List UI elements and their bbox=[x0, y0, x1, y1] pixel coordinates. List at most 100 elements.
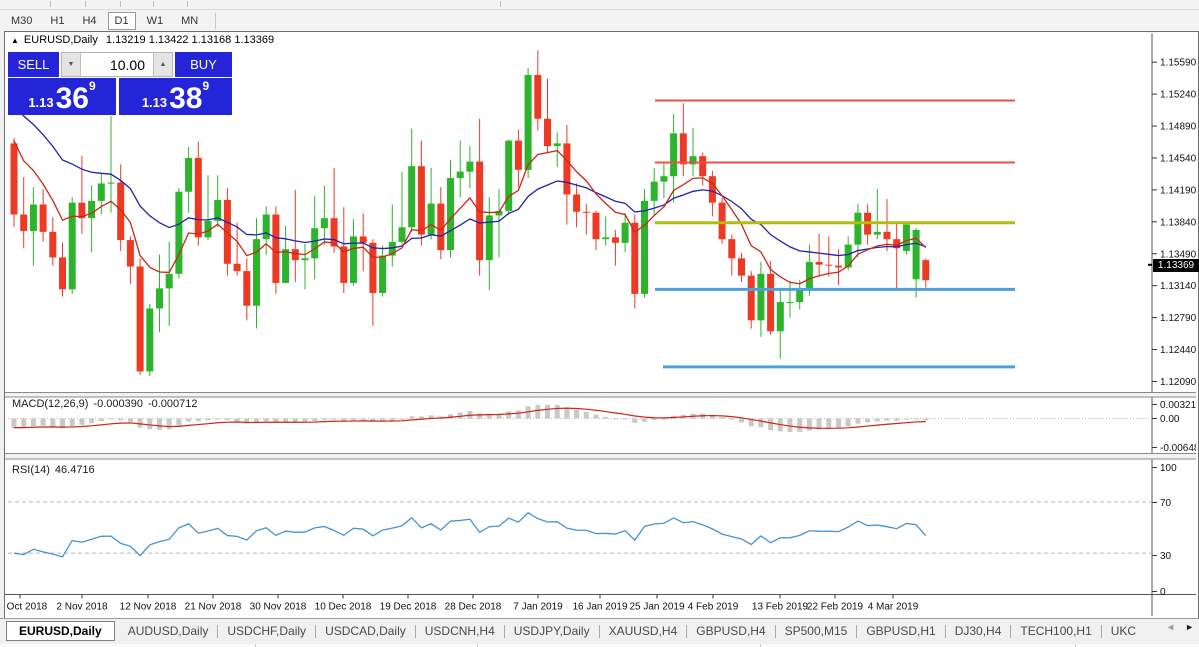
tab-usdchf-daily[interactable]: USDCHF,Daily bbox=[218, 621, 315, 641]
macd-histogram-bar bbox=[331, 418, 337, 420]
rsi-axis-label: 30 bbox=[1160, 551, 1172, 562]
date-tick-label: 2 Nov 2018 bbox=[56, 602, 108, 613]
candle-body bbox=[563, 143, 571, 195]
candle-body bbox=[262, 214, 270, 240]
macd-histogram-bar bbox=[845, 418, 851, 427]
candle-body bbox=[747, 275, 755, 321]
candle-body bbox=[369, 242, 377, 293]
timeframe-button-h1[interactable]: H1 bbox=[43, 12, 71, 30]
candle-body bbox=[621, 222, 629, 243]
toolbar-divider bbox=[500, 1, 501, 7]
sell-price-box[interactable]: 1.13 36 9 bbox=[8, 78, 116, 115]
candle-body bbox=[738, 258, 745, 276]
collapse-triangle-icon[interactable]: ▲ bbox=[11, 36, 19, 45]
macd-histogram-bar bbox=[515, 410, 521, 419]
macd-histogram-bar bbox=[137, 418, 143, 428]
chart-canvas: 1.15590 1.15240 1.14890 1.14540 1.14190 1.138… bbox=[5, 32, 1196, 616]
candle-body bbox=[175, 191, 183, 274]
macd-histogram-bar bbox=[855, 418, 861, 424]
chart-window: 1.15590 1.15240 1.14890 1.14540 1.14190 1.138… bbox=[4, 31, 1199, 619]
candle-body bbox=[534, 74, 542, 119]
macd-histogram-bar bbox=[651, 418, 657, 421]
candle-body bbox=[873, 231, 881, 235]
date-tick-label: 16 Jan 2019 bbox=[572, 602, 627, 613]
macd-histogram-bar bbox=[477, 413, 483, 419]
macd-histogram-bar bbox=[642, 418, 647, 422]
tab-usdcnh-h4[interactable]: USDCNH,H4 bbox=[416, 621, 504, 641]
volume-decrease-icon[interactable]: ▼ bbox=[62, 53, 81, 76]
macd-histogram-bar bbox=[884, 418, 890, 421]
macd-histogram-bar bbox=[321, 418, 327, 420]
candle-body bbox=[311, 228, 319, 259]
tab-gbpusd-h1[interactable]: GBPUSD,H1 bbox=[857, 621, 944, 641]
macd-histogram-bar bbox=[874, 418, 880, 422]
date-tick-label: 24 Oct 2018 bbox=[5, 602, 48, 613]
timeframe-button-w1[interactable]: W1 bbox=[140, 12, 171, 30]
tab-sp500-m15[interactable]: SP500,M15 bbox=[776, 621, 857, 641]
timeframe-button-m30[interactable]: M30 bbox=[4, 12, 39, 30]
buy-price-box[interactable]: 1.13 38 9 bbox=[119, 78, 232, 115]
macd-histogram-bar bbox=[360, 418, 366, 421]
candle-body bbox=[670, 133, 678, 177]
macd-histogram-bar bbox=[11, 418, 17, 429]
macd-histogram-bar bbox=[263, 418, 269, 422]
candle-body bbox=[825, 264, 833, 266]
volume-increase-icon[interactable]: ▲ bbox=[153, 53, 172, 76]
macd-histogram-bar bbox=[865, 418, 871, 423]
tab-eurusd-daily[interactable]: EURUSD,Daily bbox=[6, 621, 115, 641]
candle-body bbox=[427, 203, 435, 235]
macd-axis-label: -0.006485 bbox=[1160, 443, 1196, 454]
tab-scroll-left-icon[interactable]: ◄ bbox=[1166, 622, 1175, 632]
macd-histogram-bar bbox=[612, 418, 618, 420]
macd-histogram-bar bbox=[69, 418, 75, 427]
macd-histogram-bar bbox=[79, 418, 85, 425]
candle-body bbox=[408, 166, 416, 228]
tab-xauusd-h4[interactable]: XAUUSD,H4 bbox=[600, 621, 687, 641]
macd-histogram-bar bbox=[418, 416, 424, 419]
tab-tech100-h1[interactable]: TECH100,H1 bbox=[1011, 621, 1100, 641]
candle-body bbox=[728, 239, 736, 259]
candle-body bbox=[883, 231, 891, 240]
macd-histogram-bar bbox=[739, 418, 744, 423]
candle-body bbox=[602, 237, 610, 240]
macd-histogram-bar bbox=[554, 404, 560, 419]
tab-dj30-h4[interactable]: DJ30,H4 bbox=[946, 621, 1011, 641]
rsi-label: RSI(14) 46.4716 bbox=[12, 464, 100, 476]
timeframe-button-mn[interactable]: MN bbox=[174, 12, 205, 30]
macd-histogram-bar bbox=[457, 412, 463, 419]
candle-body bbox=[631, 222, 639, 294]
macd-axis-label: 0.003216 bbox=[1160, 400, 1196, 411]
candle-body bbox=[194, 157, 202, 238]
sell-button[interactable]: SELL bbox=[8, 52, 59, 77]
macd-histogram-bar bbox=[147, 418, 153, 430]
macd-histogram-bar bbox=[205, 418, 211, 421]
volume-input[interactable]: 10.00 bbox=[81, 53, 153, 76]
tab-ukc[interactable]: UKC bbox=[1102, 621, 1145, 641]
chart-tab-bar: EURUSD,Daily AUDUSD,Daily USDCHF,Daily USDC… bbox=[0, 618, 1199, 643]
candle-body bbox=[223, 199, 231, 264]
tab-scroll-right-icon[interactable]: ► bbox=[1185, 622, 1194, 632]
macd-histogram-bar bbox=[50, 418, 56, 427]
date-tick-label: 28 Dec 2018 bbox=[445, 602, 502, 613]
candle-body bbox=[573, 194, 581, 212]
candle-body bbox=[679, 133, 687, 165]
sell-price-small: 1.13 bbox=[28, 95, 54, 110]
buy-price-sup: 9 bbox=[202, 79, 210, 93]
price-tick-label: 1.12090 bbox=[1160, 377, 1196, 388]
macd-histogram-bar bbox=[21, 418, 27, 428]
tab-audusd-daily[interactable]: AUDUSD,Daily bbox=[119, 621, 218, 641]
tab-usdjpy-daily[interactable]: USDJPY,Daily bbox=[505, 621, 599, 641]
candle-body bbox=[272, 214, 280, 283]
candle-body bbox=[524, 74, 532, 170]
timeframe-button-h4[interactable]: H4 bbox=[75, 12, 103, 30]
date-tick-label: 10 Dec 2018 bbox=[315, 602, 372, 613]
rsi-name: RSI(14) bbox=[12, 464, 50, 476]
candle-body bbox=[126, 240, 134, 267]
date-tick-label: 21 Nov 2018 bbox=[185, 602, 242, 613]
buy-button[interactable]: BUY bbox=[175, 52, 232, 77]
macd-histogram-bar bbox=[545, 404, 550, 419]
tab-usdcad-daily[interactable]: USDCAD,Daily bbox=[316, 621, 415, 641]
macd-value: -0.000390 bbox=[93, 398, 143, 410]
timeframe-button-d1[interactable]: D1 bbox=[107, 12, 136, 30]
tab-gbpusd-h4[interactable]: GBPUSD,H4 bbox=[687, 621, 774, 641]
